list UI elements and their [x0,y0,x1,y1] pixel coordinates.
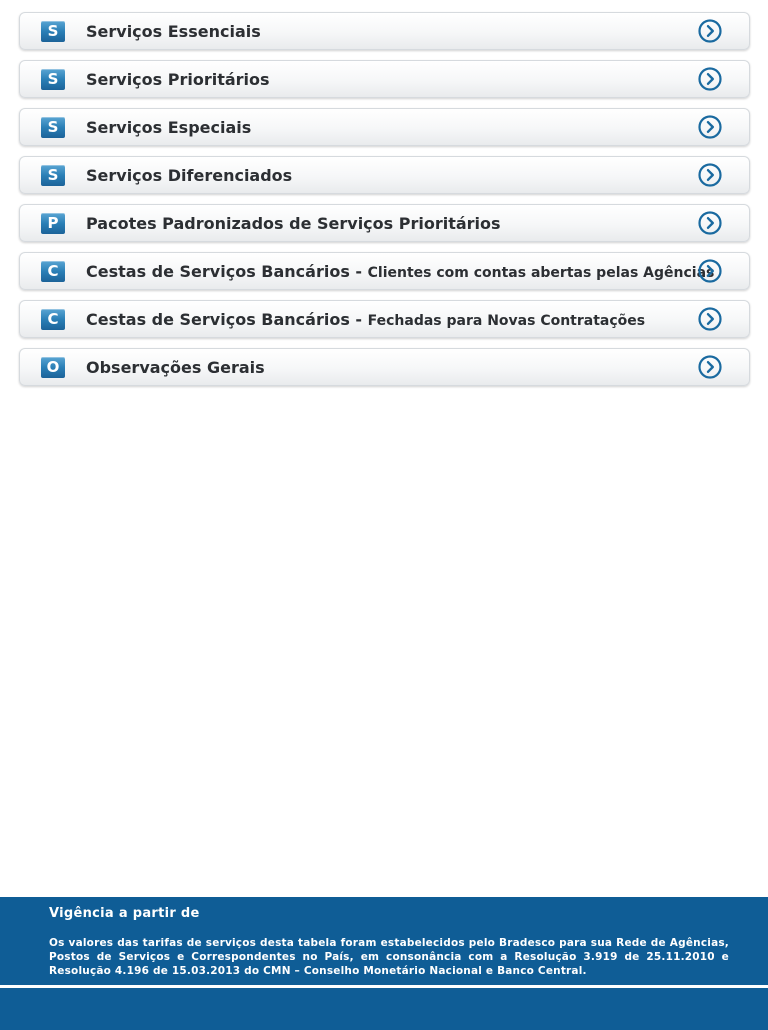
c-badge-icon: C [41,261,65,282]
s-badge-icon: S [41,165,65,186]
menu-item-subtitle: Fechadas para Novas Contratações [367,313,646,329]
menu-item-label: Cestas de Serviços Bancários - Clientes … [86,262,714,283]
menu-item-cestas-clientes-agencias[interactable]: C Cestas de Serviços Bancários - Cliente… [19,252,750,290]
menu-item-title: Serviços Essenciais [86,22,261,41]
menu-item-label: Cestas de Serviços Bancários - Fechadas … [86,310,645,331]
menu-item-separator: - [349,310,368,329]
chevron-right-circle-icon[interactable] [698,211,722,235]
menu-item-label: Observações Gerais [86,358,265,378]
menu-item-cestas-fechadas[interactable]: C Cestas de Serviços Bancários - Fechada… [19,300,750,338]
chevron-right-circle-icon[interactable] [698,163,722,187]
menu-item-title: Cestas de Serviços Bancários [86,262,350,281]
menu-item-separator: - [349,262,368,281]
s-badge-icon: S [41,117,65,138]
menu-item-servicos-especiais[interactable]: S Serviços Especiais [19,108,750,146]
menu-item-label: Serviços Essenciais [86,22,261,42]
menu-item-servicos-essenciais[interactable]: S Serviços Essenciais [19,12,750,50]
chevron-right-circle-icon[interactable] [698,115,722,139]
chevron-right-circle-icon[interactable] [698,19,722,43]
menu-item-servicos-diferenciados[interactable]: S Serviços Diferenciados [19,156,750,194]
s-badge-icon: S [41,69,65,90]
p-badge-icon: P [41,213,65,234]
service-menu-list: S Serviços Essenciais S Serviços Priorit… [19,12,750,396]
chevron-right-circle-icon[interactable] [698,259,722,283]
menu-item-label: Serviços Prioritários [86,70,270,90]
menu-item-title: Serviços Prioritários [86,70,270,89]
footer-panel: Vigência a partir de Os valores das tari… [0,897,768,1030]
o-badge-icon: O [41,357,65,378]
footer-disclaimer: Os valores das tarifas de serviços desta… [49,937,729,977]
c-badge-icon: C [41,309,65,330]
chevron-right-circle-icon[interactable] [698,67,722,91]
menu-item-title: Observações Gerais [86,358,265,377]
menu-item-label: Serviços Especiais [86,118,251,138]
menu-item-label: Pacotes Padronizados de Serviços Priorit… [86,214,501,234]
chevron-right-circle-icon[interactable] [698,307,722,331]
chevron-right-circle-icon[interactable] [698,355,722,379]
menu-item-observacoes-gerais[interactable]: O Observações Gerais [19,348,750,386]
footer-bottom-bar [0,988,768,1030]
menu-item-title: Pacotes Padronizados de Serviços Priorit… [86,214,501,233]
s-badge-icon: S [41,21,65,42]
menu-item-title: Serviços Diferenciados [86,166,293,185]
menu-item-title: Cestas de Serviços Bancários [86,310,350,329]
menu-item-title: Serviços Especiais [86,118,252,137]
menu-item-pacotes-padronizados[interactable]: P Pacotes Padronizados de Serviços Prior… [19,204,750,242]
menu-item-label: Serviços Diferenciados [86,166,292,186]
menu-item-servicos-prioritarios[interactable]: S Serviços Prioritários [19,60,750,98]
menu-item-subtitle: Clientes com contas abertas pelas Agênci… [367,265,715,281]
footer-title: Vigência a partir de [49,906,200,921]
